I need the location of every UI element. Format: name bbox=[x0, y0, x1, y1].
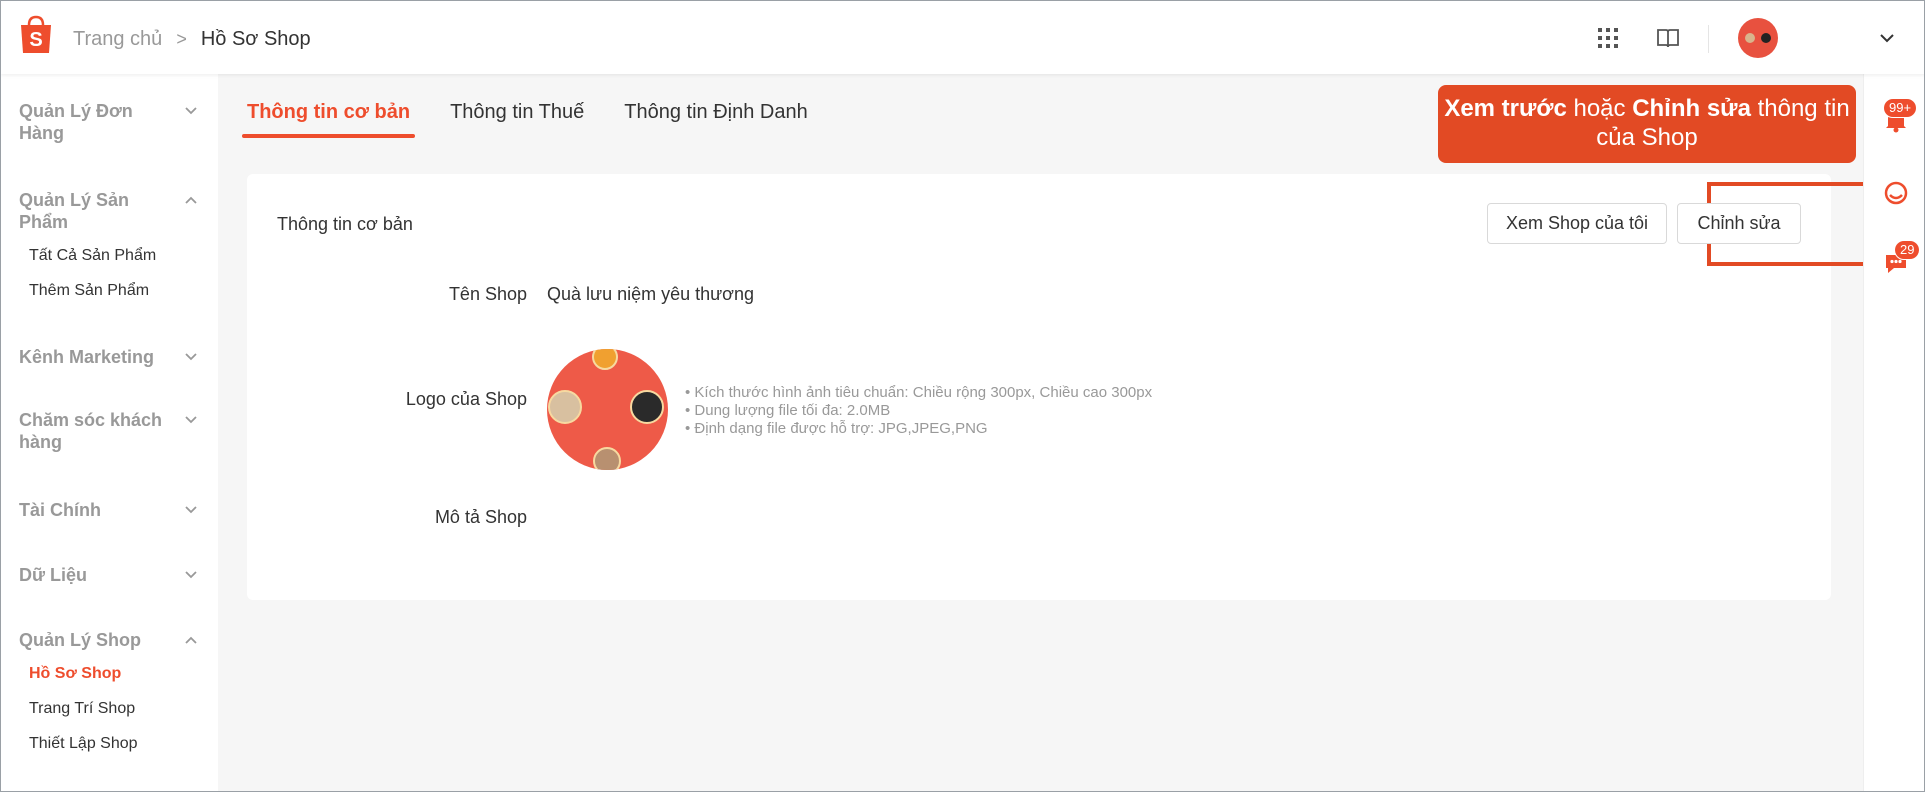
sidebar-group-marketing[interactable]: Kênh Marketing bbox=[19, 346, 199, 368]
sidebar-group-label: Dữ Liệu bbox=[19, 565, 88, 585]
sidebar-item-all-products[interactable]: Tất Cả Sản Phẩm bbox=[29, 247, 156, 265]
basic-info-card: Thông tin cơ bản Xem Shop của tôi Chỉnh … bbox=[247, 174, 1924, 600]
breadcrumb-home[interactable]: Trang chủ bbox=[73, 28, 162, 51]
sidebar-group-label: Kênh Marketing bbox=[19, 347, 155, 367]
sidebar-group-finance[interactable]: Tài Chính bbox=[19, 499, 199, 521]
chevron-down-icon[interactable] bbox=[1878, 29, 1896, 47]
breadcrumb-separator-icon: > bbox=[176, 29, 187, 49]
instruction-callout: Xem trước hoặc Chỉnh sửa thông tin của S… bbox=[1438, 85, 1856, 163]
chevron-down-icon bbox=[185, 107, 197, 115]
logo-hint-size: • Kích thước hình ảnh tiêu chuẩn: Chiều … bbox=[685, 384, 1153, 401]
shop-name-label: Tên Shop bbox=[448, 284, 527, 304]
top-header: S Trang chủ > Hồ Sơ Shop bbox=[1, 1, 1924, 74]
header-divider bbox=[1708, 25, 1709, 53]
chevron-down-icon bbox=[185, 506, 197, 514]
chevron-down-icon bbox=[185, 571, 197, 579]
chevron-up-icon bbox=[185, 196, 197, 204]
description-label: Mô tả Shop bbox=[434, 507, 527, 527]
logo-hint-format: • Định dạng file được hỗ trợ: JPG,JPEG,P… bbox=[685, 420, 988, 437]
sidebar-item-shop-decoration[interactable]: Trang Trí Shop bbox=[29, 700, 135, 718]
right-rail: 99+ 29 bbox=[1863, 74, 1924, 791]
sidebar-group-products[interactable]: Quản Lý Sản Phẩm bbox=[19, 189, 199, 233]
book-icon[interactable] bbox=[1655, 25, 1681, 51]
svg-text:S: S bbox=[29, 29, 42, 51]
shop-logo-image bbox=[547, 349, 668, 470]
shop-name-value: Quà lưu niệm yêu thương bbox=[547, 284, 755, 304]
sidebar-item-add-product[interactable]: Thêm Sản Phẩm bbox=[29, 282, 149, 300]
callout-bold-preview: Xem trước bbox=[1444, 95, 1567, 122]
sidebar-group-label: Quản Lý Sản Phẩm bbox=[19, 190, 130, 232]
sidebar-group-label: Chăm sóc khách hàng bbox=[19, 410, 163, 452]
sidebar: Quản Lý Đơn Hàng Quản Lý Sản Phẩm Tất Cả… bbox=[1, 74, 218, 791]
chevron-up-icon bbox=[185, 636, 197, 644]
chat-badge: 29 bbox=[1894, 240, 1921, 260]
support-headset-icon[interactable] bbox=[1882, 179, 1910, 207]
sidebar-group-orders[interactable]: Quản Lý Đơn Hàng bbox=[19, 100, 199, 144]
sidebar-group-label: Quản Lý Shop bbox=[19, 630, 142, 650]
apps-grid-icon[interactable] bbox=[1595, 25, 1621, 51]
chevron-down-icon bbox=[185, 353, 197, 361]
edit-button[interactable]: Chỉnh sửa bbox=[1677, 203, 1801, 244]
shopee-logo-icon[interactable]: S bbox=[19, 15, 53, 55]
chevron-down-icon bbox=[185, 416, 197, 424]
tab-tax-info[interactable]: Thông tin Thuế bbox=[450, 101, 584, 136]
logo-label: Logo của Shop bbox=[405, 389, 527, 409]
tab-basic-info[interactable]: Thông tin cơ bản bbox=[241, 101, 416, 138]
callout-text: hoặc bbox=[1566, 95, 1633, 122]
app-window: S Trang chủ > Hồ Sơ Shop Quản Lý Đơn Hàn… bbox=[0, 0, 1925, 792]
sidebar-group-customer-care[interactable]: Chăm sóc khách hàng bbox=[19, 409, 199, 453]
sidebar-item-shop-settings[interactable]: Thiết Lập Shop bbox=[29, 735, 138, 753]
breadcrumb: Trang chủ > Hồ Sơ Shop bbox=[73, 28, 311, 51]
tab-bar: Thông tin cơ bản Thông tin Thuế Thông ti… bbox=[241, 101, 848, 138]
sidebar-group-shop[interactable]: Quản Lý Shop bbox=[19, 629, 199, 651]
sidebar-group-data[interactable]: Dữ Liệu bbox=[19, 564, 199, 586]
sidebar-item-shop-profile[interactable]: Hồ Sơ Shop bbox=[29, 665, 121, 683]
sidebar-group-label: Tài Chính bbox=[19, 500, 101, 520]
logo-hints: • Kích thước hình ảnh tiêu chuẩn: Chiều … bbox=[685, 384, 1152, 438]
view-shop-button[interactable]: Xem Shop của tôi bbox=[1487, 203, 1667, 244]
avatar[interactable] bbox=[1738, 18, 1778, 58]
notification-badge: 99+ bbox=[1883, 98, 1918, 118]
card-title: Thông tin cơ bản bbox=[277, 214, 413, 234]
logo-hint-filesize: • Dung lượng file tối đa: 2.0MB bbox=[685, 402, 891, 419]
callout-bold-edit: Chỉnh sửa bbox=[1632, 95, 1751, 122]
sidebar-group-label: Quản Lý Đơn Hàng bbox=[19, 101, 133, 143]
tab-identity-info[interactable]: Thông tin Định Danh bbox=[624, 101, 807, 136]
breadcrumb-current: Hồ Sơ Shop bbox=[200, 28, 311, 50]
